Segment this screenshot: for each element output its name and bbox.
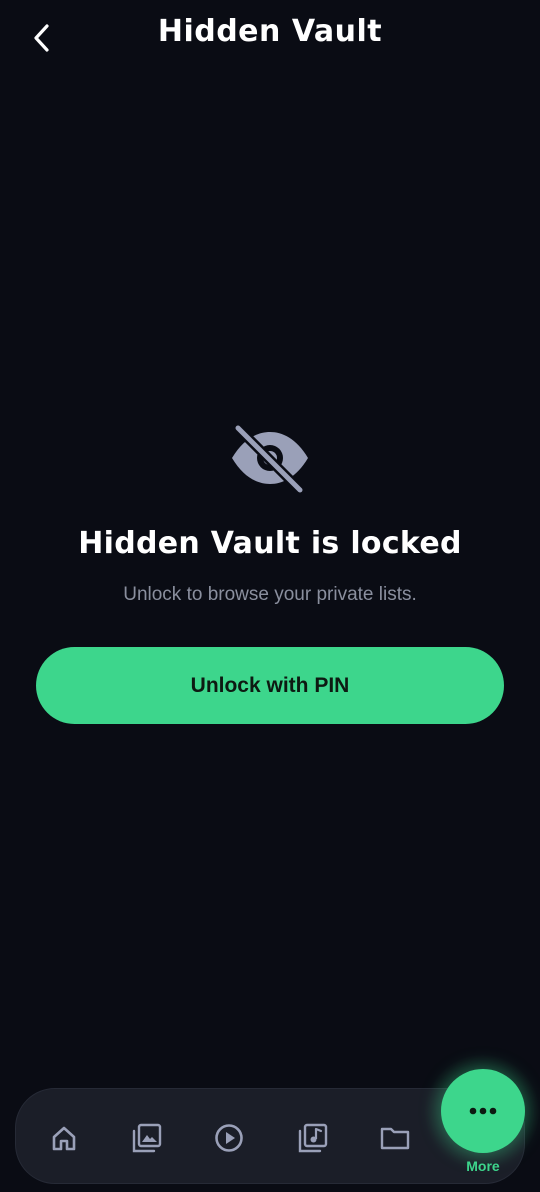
hidden-vault-screen: Hidden Vault Hidden Vault is locked Unlo… bbox=[0, 0, 540, 1192]
music-library-icon bbox=[298, 1123, 328, 1153]
nav-item-files[interactable] bbox=[376, 1119, 414, 1157]
play-circle-icon bbox=[215, 1124, 243, 1152]
more-dots-icon bbox=[469, 1107, 497, 1115]
nav-item-photos[interactable] bbox=[128, 1119, 166, 1157]
nav-item-videos[interactable] bbox=[210, 1119, 248, 1157]
nav-item-home[interactable] bbox=[45, 1119, 83, 1157]
more-label: More bbox=[466, 1158, 500, 1174]
folder-icon bbox=[380, 1127, 410, 1150]
header: Hidden Vault bbox=[0, 0, 540, 76]
locked-subtitle: Unlock to browse your private lists. bbox=[123, 584, 417, 605]
eye-off-icon bbox=[228, 423, 312, 495]
photo-library-icon bbox=[132, 1123, 162, 1153]
locked-title: Hidden Vault is locked bbox=[78, 526, 462, 561]
unlock-with-pin-button[interactable]: Unlock with PIN bbox=[36, 647, 504, 724]
home-icon bbox=[52, 1126, 76, 1151]
page-title: Hidden Vault bbox=[157, 14, 383, 49]
nav-item-music[interactable] bbox=[294, 1119, 332, 1157]
more-button[interactable] bbox=[441, 1069, 525, 1153]
